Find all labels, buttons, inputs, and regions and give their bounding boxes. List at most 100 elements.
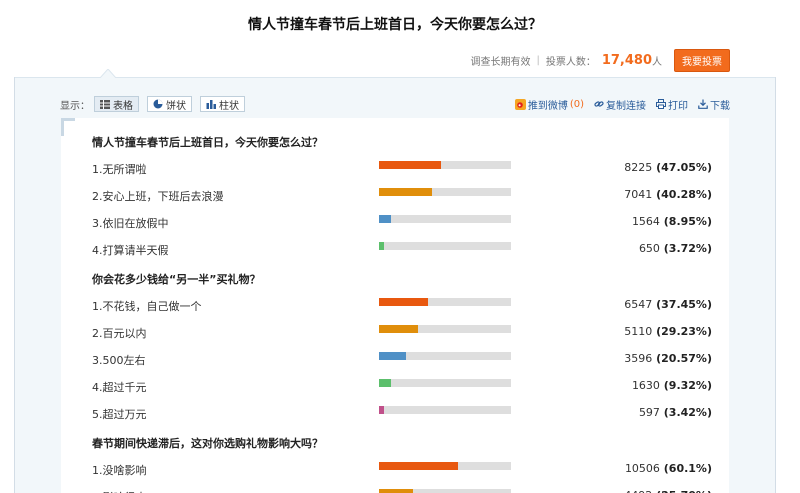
option-row: 3.依旧在放假中 1564 (8.95%) [92, 215, 722, 230]
view-bar-label: 柱状 [219, 100, 239, 112]
vote-percent: 40.28% [661, 188, 707, 201]
option-result: 6547 (37.45%) [624, 298, 712, 311]
result-bar-fill [379, 462, 459, 470]
divider: | [536, 55, 540, 66]
option-row: 1.无所谓啦 8225 (47.05%) [92, 161, 722, 176]
option-label: 2.影响很大 [92, 489, 147, 493]
option-label: 3.500左右 [92, 354, 146, 367]
option-row: 2.安心上班，下班后去浪漫 7041 (40.28%) [92, 188, 722, 203]
bar-chart-icon [206, 100, 216, 109]
option-result: 1630 (9.32%) [631, 379, 712, 392]
poll-header: 情人节撞车春节后上班首日，今天你要怎么过？ 调查长期有效 | 投票人数： 17,… [14, 0, 776, 77]
pie-chart-icon [153, 99, 163, 109]
option-result: 3596 (20.57%) [624, 352, 712, 365]
copy-link-label: 复制连接 [606, 100, 646, 112]
option-label: 2.百元以内 [92, 327, 147, 340]
print-label: 打印 [668, 100, 688, 112]
vote-count: 7041 [624, 188, 653, 201]
vote-percent: 37.45% [661, 298, 707, 311]
vote-percent: 25.70% [661, 489, 707, 493]
printer-icon [656, 99, 666, 109]
vote-button[interactable]: 我要投票 [674, 49, 730, 72]
display-label: 显示： [60, 100, 90, 112]
share-weibo-link[interactable]: 推到微博 (0) [514, 97, 584, 112]
votes-unit: 人 [652, 57, 662, 68]
votes-label: 投票人数： [545, 57, 596, 68]
option-label: 2.安心上班，下班后去浪漫 [92, 190, 224, 203]
view-pie-button[interactable]: 饼状 [147, 96, 192, 112]
option-result: 7041 (40.28%) [624, 188, 712, 201]
result-bar-fill [379, 242, 384, 250]
weibo-count: (0) [569, 98, 584, 110]
vote-count: 597 [638, 406, 660, 419]
results-toolbar: 显示： 表格 饼状 柱状 推到微博 (0) 复制连接 打印 下载 [60, 96, 730, 112]
votes-count: 17,480 [601, 53, 652, 68]
result-bar-fill [379, 379, 392, 387]
result-bar-track [379, 242, 511, 250]
download-icon [698, 99, 708, 109]
result-bar-fill [379, 161, 442, 169]
result-bar-fill [379, 298, 429, 306]
option-result: 8225 (47.05%) [624, 161, 712, 174]
copy-link[interactable]: 复制连接 [594, 97, 646, 112]
validity-text: 调查长期有效 [470, 57, 531, 68]
toolbar-actions: 推到微博 (0) 复制连接 打印 下载 [514, 97, 730, 112]
pointer-notch [100, 69, 116, 78]
vote-percent: 60.1% [668, 462, 707, 475]
weibo-label: 推到微博 [527, 100, 568, 112]
poll-meta: 调查长期有效 | 投票人数： 17,480 人 我要投票 [470, 49, 730, 72]
option-label: 5.超过万元 [92, 408, 147, 421]
vote-percent: 3.42% [668, 406, 707, 419]
question-title: 春节期间快递滞后，这对你选购礼物影响大吗？ [92, 437, 323, 450]
option-label: 1.不花钱，自己做一个 [92, 300, 202, 313]
download-link[interactable]: 下载 [698, 97, 730, 112]
vote-count: 10506 [624, 462, 660, 475]
vote-count: 4492 [624, 489, 652, 493]
vote-count: 650 [638, 242, 660, 255]
option-result: 650 (3.72%) [638, 242, 712, 255]
result-bar-track [379, 489, 511, 493]
result-bar-fill [379, 352, 407, 360]
result-bar-fill [379, 188, 433, 196]
vote-count: 8225 [624, 161, 653, 174]
option-label: 1.没啥影响 [92, 464, 147, 477]
option-row: 1.不花钱，自己做一个 6547 (37.45%) [92, 298, 722, 313]
vote-count: 5110 [624, 325, 653, 338]
vote-percent: 20.57% [661, 352, 707, 365]
option-row: 4.超过千元 1630 (9.32%) [92, 379, 722, 394]
option-label: 4.超过千元 [92, 381, 147, 394]
option-row: 5.超过万元 597 (3.42%) [92, 406, 722, 421]
weibo-icon [514, 98, 526, 110]
vote-percent: 3.72% [668, 242, 707, 255]
option-row: 2.百元以内 5110 (29.23%) [92, 325, 722, 340]
panel-corner-accent [61, 118, 75, 136]
result-bar-track [379, 298, 511, 306]
result-bar-track [379, 161, 511, 169]
option-result: 4492 (25.70%) [624, 489, 712, 493]
vote-count: 3596 [624, 352, 653, 365]
vote-percent: 47.05% [661, 161, 707, 174]
result-bar-fill [379, 325, 418, 333]
vote-count: 1630 [631, 379, 660, 392]
vote-percent: 8.95% [668, 215, 707, 228]
view-table-button[interactable]: 表格 [94, 96, 139, 112]
table-icon [100, 99, 110, 109]
result-bar-fill [379, 489, 413, 493]
download-label: 下载 [710, 100, 730, 112]
result-bar-track [379, 325, 511, 333]
option-result: 5110 (29.23%) [624, 325, 712, 338]
result-bar-fill [379, 215, 391, 223]
vote-count: 6547 [624, 298, 653, 311]
option-label: 1.无所谓啦 [92, 163, 147, 176]
print-link[interactable]: 打印 [656, 97, 688, 112]
link-icon [594, 101, 604, 107]
vote-percent: 9.32% [668, 379, 707, 392]
view-bar-button[interactable]: 柱状 [200, 96, 245, 112]
question-title: 情人节撞车春节后上班首日，今天你要怎么过？ [92, 136, 323, 149]
vote-count: 1564 [631, 215, 660, 228]
result-bar-track [379, 462, 511, 470]
option-row: 2.影响很大 4492 (25.70%) [92, 489, 722, 493]
result-bar-track [379, 188, 511, 196]
poll-title: 情人节撞车春节后上班首日，今天你要怎么过？ [248, 17, 542, 33]
option-row: 3.500左右 3596 (20.57%) [92, 352, 722, 367]
